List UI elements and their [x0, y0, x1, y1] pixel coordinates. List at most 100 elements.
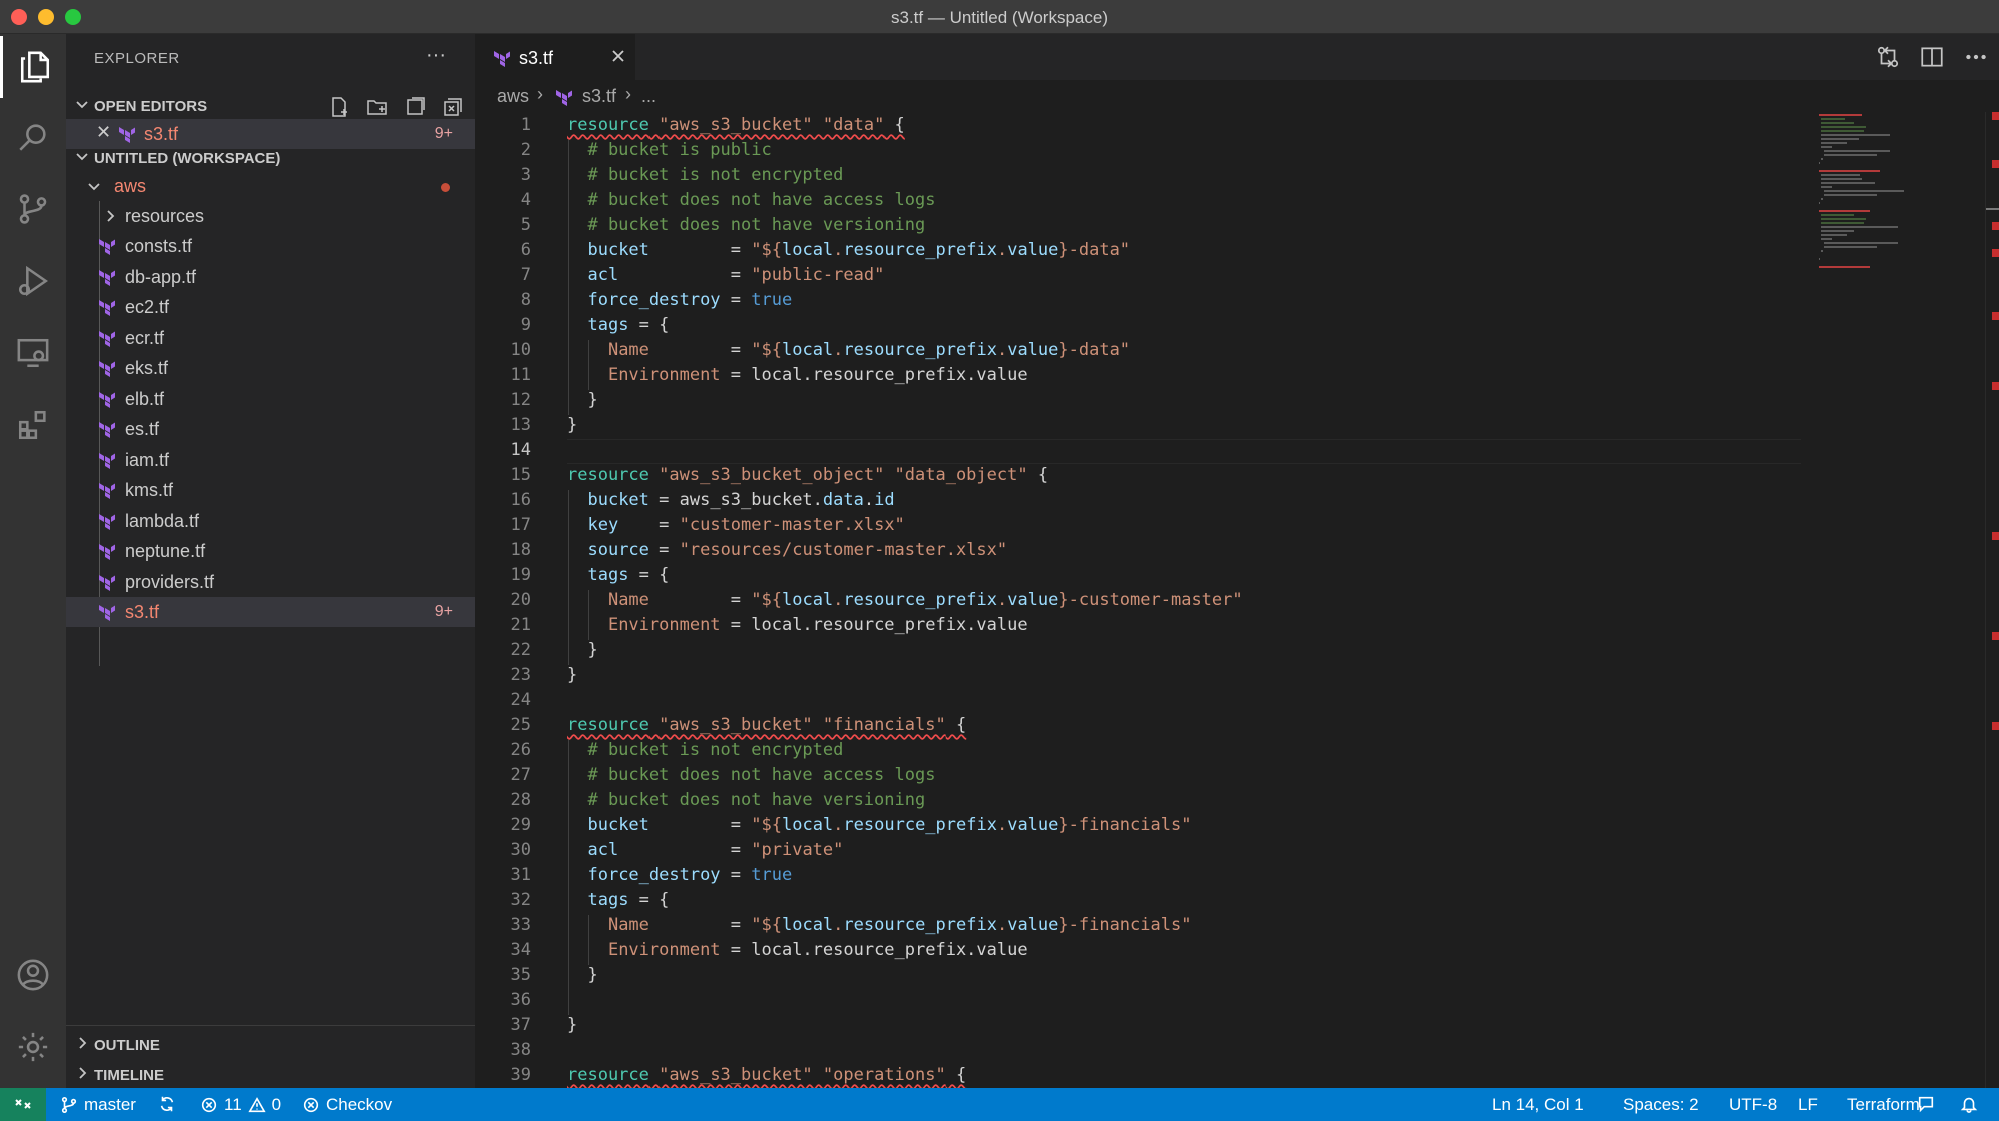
file-item[interactable]: es.tf: [66, 414, 475, 444]
explorer-more-icon[interactable]: ···: [426, 44, 446, 67]
file-item[interactable]: lambda.tf: [66, 506, 475, 536]
code-line[interactable]: # bucket is public: [567, 140, 771, 160]
code-line[interactable]: }: [567, 640, 597, 660]
code-line[interactable]: # bucket does not have access logs: [567, 190, 935, 210]
line-number: 35: [510, 965, 531, 985]
tab-s3-tf[interactable]: s3.tf: [475, 34, 635, 80]
language-mode[interactable]: Terraform: [1847, 1095, 1920, 1115]
line-number: 28: [510, 790, 531, 810]
code-line[interactable]: # bucket is not encrypted: [567, 165, 843, 185]
code-line[interactable]: tags = {: [567, 315, 669, 335]
file-item[interactable]: neptune.tf: [66, 536, 475, 566]
file-item[interactable]: s3.tf 9+: [66, 597, 475, 627]
close-icon[interactable]: ✕: [96, 122, 111, 143]
save-all-icon[interactable]: [403, 95, 427, 119]
code-line[interactable]: }: [567, 415, 577, 435]
code-line[interactable]: resource "aws_s3_bucket_object" "data_ob…: [567, 465, 1048, 485]
remote-explorer-icon[interactable]: [0, 322, 66, 384]
code-line[interactable]: bucket = "${local.resource_prefix.value}…: [567, 240, 1130, 260]
extensions-icon[interactable]: [0, 394, 66, 456]
notifications-bell-icon[interactable]: [1960, 1095, 1978, 1113]
code-line[interactable]: }: [567, 1015, 577, 1035]
code-line[interactable]: resource "aws_s3_bucket" "financials" {: [567, 715, 966, 735]
workspace-section-header[interactable]: UNTITLED (WORKSPACE): [66, 144, 475, 172]
encoding-status[interactable]: UTF-8: [1729, 1095, 1777, 1115]
folder-resources[interactable]: resources: [66, 201, 475, 231]
code-line[interactable]: bucket = aws_s3_bucket.data.id: [567, 490, 894, 510]
code-line[interactable]: force_destroy = true: [567, 290, 792, 310]
breadcrumb-folder[interactable]: aws: [497, 86, 529, 107]
code-line[interactable]: acl = "private": [567, 840, 843, 860]
sync-icon[interactable]: [158, 1095, 176, 1113]
breadcrumb-symbols[interactable]: ...: [641, 86, 656, 107]
more-actions-icon[interactable]: [1963, 44, 1989, 70]
code-line[interactable]: force_destroy = true: [567, 865, 792, 885]
code-line[interactable]: Environment = local.resource_prefix.valu…: [567, 940, 1028, 960]
file-item[interactable]: ec2.tf: [66, 292, 475, 322]
search-icon[interactable]: [0, 106, 66, 168]
code-line[interactable]: resource "aws_s3_bucket" "data" {: [567, 115, 905, 135]
code-line[interactable]: # bucket does not have versioning: [567, 790, 925, 810]
vertical-scrollbar[interactable]: [1985, 112, 1999, 1088]
explorer-icon[interactable]: [0, 36, 66, 98]
minimap-line: [1821, 134, 1891, 136]
close-icon[interactable]: [607, 45, 629, 67]
new-folder-icon[interactable]: [365, 95, 389, 119]
new-file-icon[interactable]: [327, 95, 351, 119]
file-item[interactable]: eks.tf: [66, 353, 475, 383]
line-number: 36: [510, 990, 531, 1010]
split-editor-icon[interactable]: [1919, 44, 1945, 70]
file-item[interactable]: providers.tf: [66, 567, 475, 597]
outline-section-header[interactable]: OUTLINE: [66, 1031, 475, 1059]
code-line[interactable]: Environment = local.resource_prefix.valu…: [567, 615, 1028, 635]
code-line[interactable]: }: [567, 390, 597, 410]
file-item[interactable]: iam.tf: [66, 445, 475, 475]
code-line[interactable]: Name = "${local.resource_prefix.value}-d…: [567, 340, 1130, 360]
problems-status[interactable]: 11 0: [200, 1095, 281, 1115]
branch-status[interactable]: master: [60, 1095, 136, 1115]
accounts-icon[interactable]: [0, 944, 66, 1006]
code-line[interactable]: Name = "${local.resource_prefix.value}-f…: [567, 915, 1192, 935]
code-line[interactable]: # bucket is not encrypted: [567, 740, 843, 760]
minimap[interactable]: [1815, 112, 1985, 1088]
code-line[interactable]: # bucket does not have versioning: [567, 215, 925, 235]
file-item[interactable]: consts.tf: [66, 231, 475, 261]
code-line[interactable]: tags = {: [567, 565, 669, 585]
eol-status[interactable]: LF: [1798, 1095, 1818, 1115]
settings-gear-icon[interactable]: [0, 1016, 66, 1078]
code-editor[interactable]: 1 resource "aws_s3_bucket" "data" {2 # bu…: [475, 112, 1815, 1088]
cursor-position[interactable]: Ln 14, Col 1: [1492, 1095, 1584, 1115]
code-line[interactable]: }: [567, 665, 577, 685]
terraform-file-icon: [99, 239, 115, 255]
code-line[interactable]: acl = "public-read": [567, 265, 884, 285]
line-number: 17: [510, 515, 531, 535]
code-line[interactable]: resource "aws_s3_bucket" "operations" {: [567, 1065, 966, 1085]
minimap-line: [1821, 130, 1865, 132]
remote-indicator-icon[interactable]: [0, 1088, 46, 1121]
open-editor-name: s3.tf: [144, 124, 179, 144]
indentation-status[interactable]: Spaces: 2: [1623, 1095, 1699, 1115]
folder-aws[interactable]: aws: [66, 171, 475, 201]
code-line[interactable]: # bucket does not have access logs: [567, 765, 935, 785]
open-editors-section-header[interactable]: OPEN EDITORS: [66, 92, 475, 120]
source-control-icon[interactable]: [0, 178, 66, 240]
checkov-status[interactable]: Checkov: [302, 1095, 392, 1115]
code-line[interactable]: }: [567, 965, 597, 985]
code-line[interactable]: Environment = local.resource_prefix.valu…: [567, 365, 1028, 385]
file-item[interactable]: ecr.tf: [66, 323, 475, 353]
line-number: 5: [520, 215, 531, 235]
code-line[interactable]: key = "customer-master.xlsx": [567, 515, 904, 535]
close-all-icon[interactable]: [441, 95, 465, 119]
code-line[interactable]: tags = {: [567, 890, 669, 910]
timeline-section-header[interactable]: TIMELINE: [66, 1061, 475, 1089]
run-debug-icon[interactable]: [0, 250, 66, 312]
feedback-icon[interactable]: [1917, 1095, 1935, 1113]
file-item[interactable]: kms.tf: [66, 475, 475, 505]
open-changes-icon[interactable]: [1875, 44, 1901, 70]
code-line[interactable]: Name = "${local.resource_prefix.value}-c…: [567, 590, 1243, 610]
file-item[interactable]: db-app.tf: [66, 262, 475, 292]
breadcrumb-file[interactable]: s3.tf: [582, 86, 616, 107]
code-line[interactable]: bucket = "${local.resource_prefix.value}…: [567, 815, 1191, 835]
file-item[interactable]: elb.tf: [66, 384, 475, 414]
code-line[interactable]: source = "resources/customer-master.xlsx…: [567, 540, 1007, 560]
